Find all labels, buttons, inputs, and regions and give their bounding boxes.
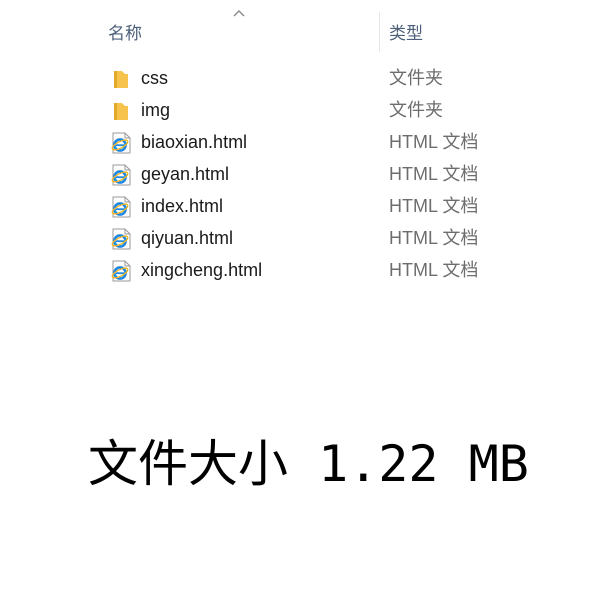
ie-html-icon [111, 196, 131, 218]
file-size-caption: 文件大小 1.22 MB [88, 435, 529, 493]
ie-html-icon [111, 228, 131, 250]
folder-icon [114, 103, 128, 120]
folder-icon [114, 71, 128, 88]
file-name[interactable]: qiyuan.html [141, 226, 233, 250]
file-type: 文件夹 [389, 100, 443, 120]
file-name[interactable]: img [141, 98, 170, 122]
file-type: HTML 文档 [389, 132, 479, 152]
column-header-name[interactable]: 名称 [108, 22, 142, 46]
file-row-biaoxian-html[interactable]: biaoxian.html HTML 文档 [0, 126, 600, 158]
ie-html-icon [111, 132, 131, 154]
file-type: HTML 文档 [389, 196, 479, 216]
file-list: css 文件夹 img 文件夹 biaoxian.html HTML 文档 ge… [0, 62, 600, 286]
file-row-css[interactable]: css 文件夹 [0, 62, 600, 94]
file-row-qiyuan-html[interactable]: qiyuan.html HTML 文档 [0, 222, 600, 254]
file-explorer-view: 名称 类型 css 文件夹 img 文件夹 biaoxian.html HTML… [0, 0, 600, 300]
file-type: HTML 文档 [389, 260, 479, 280]
file-row-geyan-html[interactable]: geyan.html HTML 文档 [0, 158, 600, 190]
column-header-type[interactable]: 类型 [389, 22, 423, 46]
file-row-img[interactable]: img 文件夹 [0, 94, 600, 126]
file-row-xingcheng-html[interactable]: xingcheng.html HTML 文档 [0, 254, 600, 286]
sort-ascending-icon[interactable] [232, 8, 246, 18]
file-type: HTML 文档 [389, 228, 479, 248]
file-name[interactable]: css [141, 66, 168, 90]
file-row-index-html[interactable]: index.html HTML 文档 [0, 190, 600, 222]
file-type: 文件夹 [389, 68, 443, 88]
file-name[interactable]: xingcheng.html [141, 258, 262, 282]
file-name[interactable]: index.html [141, 194, 223, 218]
file-name[interactable]: biaoxian.html [141, 130, 247, 154]
file-type: HTML 文档 [389, 164, 479, 184]
ie-html-icon [111, 164, 131, 186]
file-name[interactable]: geyan.html [141, 162, 229, 186]
column-divider[interactable] [379, 12, 380, 52]
ie-html-icon [111, 260, 131, 282]
